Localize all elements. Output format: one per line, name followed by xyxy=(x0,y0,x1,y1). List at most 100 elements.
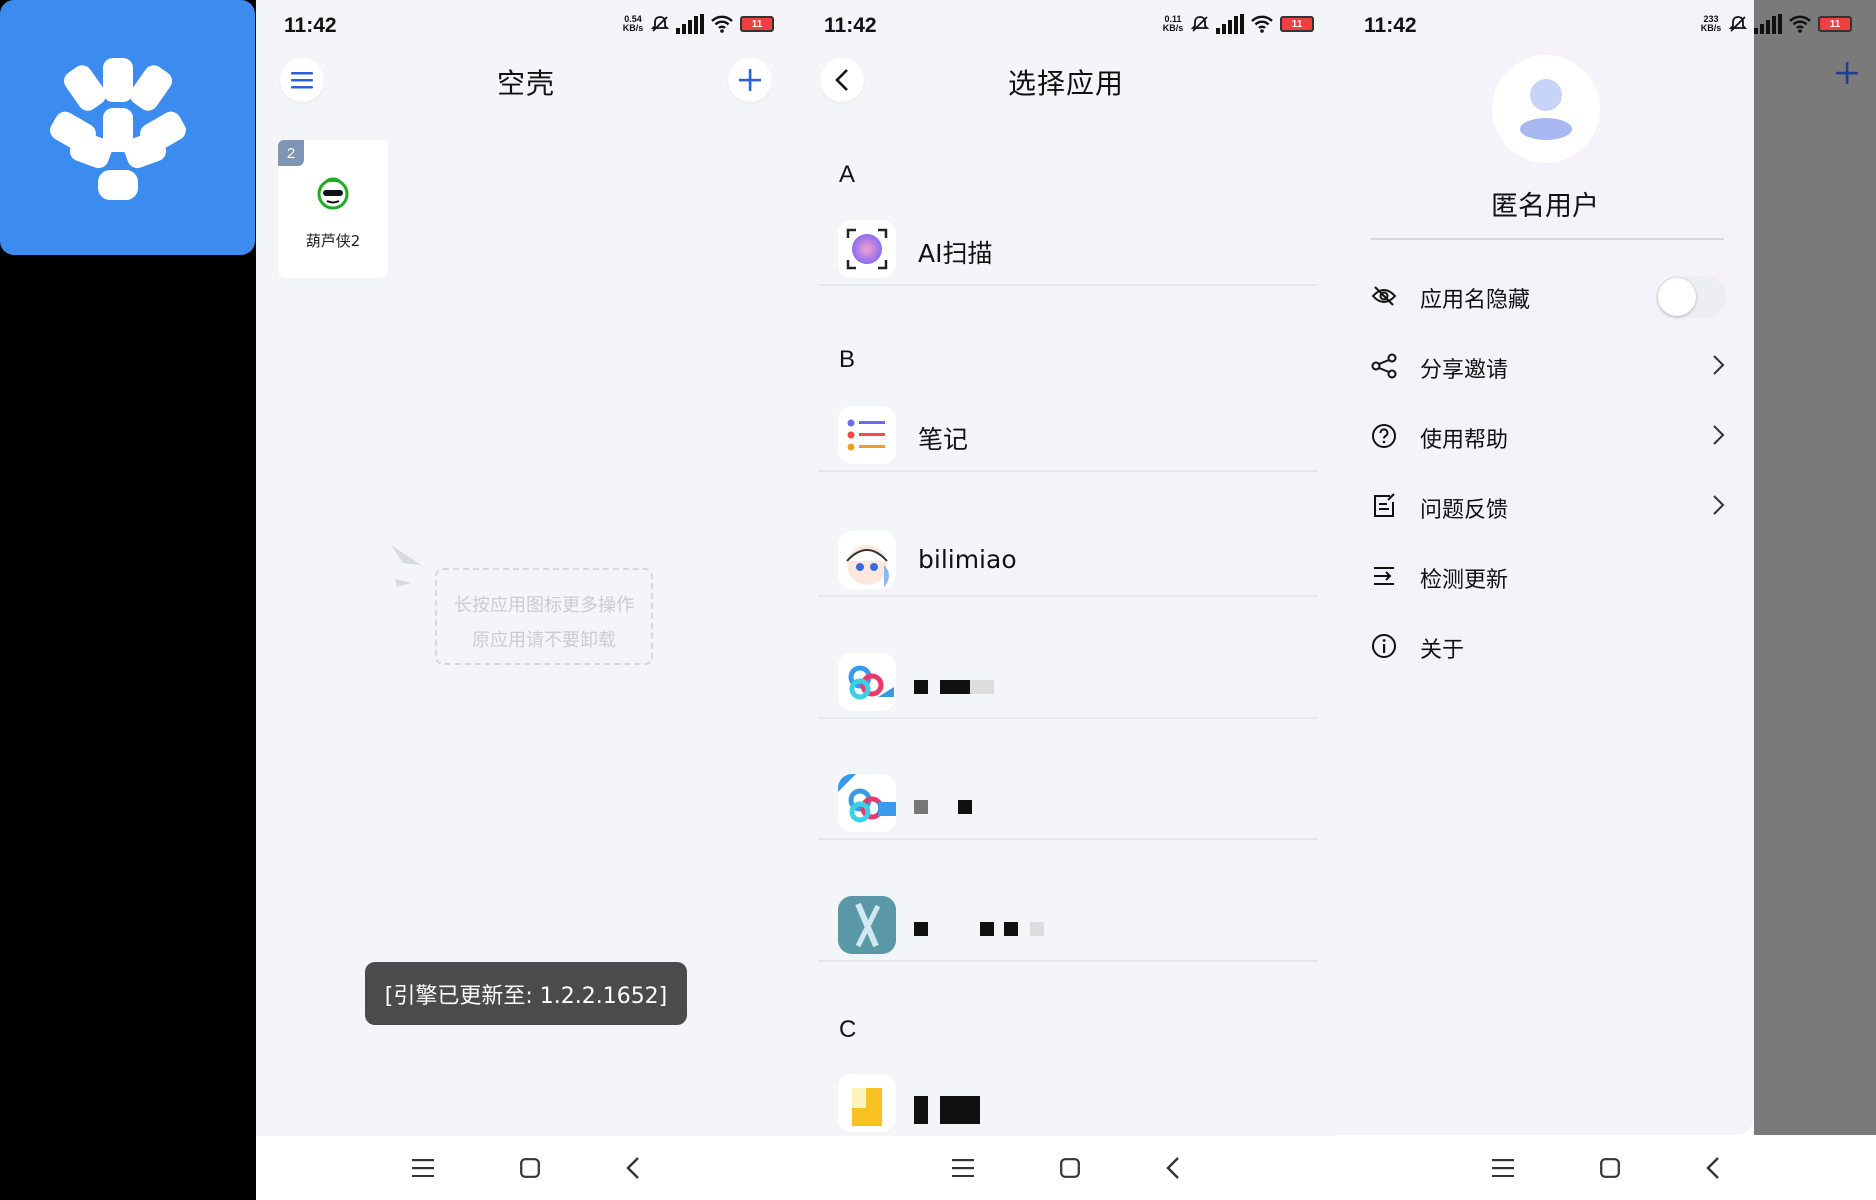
home-screen: 11:42 0.54 KB/s 11 空壳 2 葫芦侠2 长按应用图标更多操作 原… xyxy=(256,0,796,1200)
app-list-item-redacted[interactable] xyxy=(818,760,1318,840)
app-list-item[interactable]: AI扫描 xyxy=(818,206,1318,286)
signal-icon xyxy=(676,14,704,34)
status-icons: 233 KB/s 11 xyxy=(1700,14,1852,34)
app-list-item-redacted[interactable] xyxy=(818,1060,1318,1140)
app-name: bilimiao xyxy=(918,545,1017,574)
system-nav-bar xyxy=(796,1136,1336,1200)
plus-icon xyxy=(1836,62,1858,84)
recents-icon[interactable] xyxy=(412,1159,434,1177)
menu-label: 问题反馈 xyxy=(1420,498,1509,523)
cloned-app-card[interactable]: 2 葫芦侠2 xyxy=(278,140,388,278)
status-bar: 11:42 xyxy=(1336,0,1754,52)
plus-icon xyxy=(739,69,761,91)
network-speed: 0.54 KB/s xyxy=(622,14,644,33)
section-header-c: C xyxy=(839,1016,857,1043)
share-icon xyxy=(1371,353,1397,379)
redacted-label xyxy=(914,1096,928,1124)
chevron-right-icon xyxy=(1713,355,1725,375)
info-icon xyxy=(1372,634,1396,658)
chevron-right-icon xyxy=(1713,495,1725,515)
system-nav-bar xyxy=(1336,1136,1876,1200)
redacted-label xyxy=(970,680,994,694)
update-icon xyxy=(1374,567,1394,585)
add-app-button[interactable] xyxy=(728,58,772,102)
arrow-hint-icon xyxy=(391,545,421,587)
ai-scan-app-icon xyxy=(838,220,896,278)
page-title: 空壳 xyxy=(496,67,555,100)
redacted-label xyxy=(940,1096,980,1124)
wifi-icon xyxy=(1251,15,1273,33)
back-icon[interactable] xyxy=(626,1157,640,1179)
hive-logo-icon xyxy=(50,58,186,200)
avatar[interactable] xyxy=(1492,55,1600,163)
redacted-label xyxy=(1004,922,1018,936)
menu-item-about[interactable]: 关于 xyxy=(1370,624,1726,668)
section-header-a: A xyxy=(839,161,856,188)
bilimiao-app-icon xyxy=(838,531,896,589)
status-bar: 11:42 0.54 KB/s 11 xyxy=(256,0,796,52)
section-header-b: B xyxy=(839,346,856,373)
redacted-label xyxy=(1030,922,1044,936)
signal-icon xyxy=(1754,14,1782,34)
clone-count-badge: 2 xyxy=(278,140,304,166)
app-list-item[interactable]: bilimiao xyxy=(818,517,1318,597)
menu-item-hide-app-name[interactable]: 应用名隐藏 xyxy=(1370,274,1726,318)
menu-item-feedback[interactable]: 问题反馈 xyxy=(1370,484,1726,528)
divider xyxy=(1370,238,1724,240)
system-nav-bar xyxy=(256,1136,796,1200)
bell-muted-icon xyxy=(1728,16,1748,32)
engine-update-toast: [引擎已更新至: 1.2.2.1652] xyxy=(365,962,687,1025)
recents-icon[interactable] xyxy=(1492,1159,1514,1177)
menu-item-check-update[interactable]: 检测更新 xyxy=(1370,554,1726,598)
status-time: 11:42 xyxy=(1364,14,1417,37)
redacted-label xyxy=(914,800,928,814)
usage-hint: 长按应用图标更多操作 原应用请不要卸载 xyxy=(435,568,653,665)
app-list-item-redacted[interactable] xyxy=(818,639,1318,719)
bell-muted-icon xyxy=(1190,16,1210,32)
home-icon[interactable] xyxy=(520,1158,540,1178)
drawer-screen: 匿名用户 应用名隐藏 分享邀请 使用帮助 问题反馈 检测更新 关于 11:42 … xyxy=(1336,0,1876,1200)
chevron-right-icon xyxy=(1713,425,1725,445)
home-icon[interactable] xyxy=(1060,1158,1080,1178)
page-title: 选择应用 xyxy=(1007,67,1124,100)
battery-indicator: 11 xyxy=(740,16,774,32)
eye-off-icon xyxy=(1371,286,1397,306)
baidu-netdisk-app-icon xyxy=(838,653,896,711)
back-icon[interactable] xyxy=(1706,1157,1720,1179)
drawer-scrim[interactable] xyxy=(1754,0,1876,1135)
wifi-icon xyxy=(1789,15,1811,33)
baidu-netdisk-tv-app-icon xyxy=(838,774,896,832)
app-name: 笔记 xyxy=(918,425,969,454)
hide-app-name-toggle[interactable] xyxy=(1656,276,1726,318)
menu-label: 关于 xyxy=(1420,638,1465,663)
redacted-label xyxy=(914,922,928,936)
battery-indicator: 11 xyxy=(1280,16,1314,32)
menu-item-help[interactable]: 使用帮助 xyxy=(1370,414,1726,458)
menu-item-share-invite[interactable]: 分享邀请 xyxy=(1370,344,1726,388)
app-list-item[interactable]: 笔记 xyxy=(818,392,1318,472)
recents-icon[interactable] xyxy=(952,1159,974,1177)
status-time: 11:42 xyxy=(824,14,877,37)
app-picker-screen: 11:42 0.11 KB/s 11 选择应用 A AI扫描 B 笔记 bilim… xyxy=(796,0,1336,1200)
app-list-item-redacted[interactable] xyxy=(818,882,1318,962)
back-icon[interactable] xyxy=(1166,1157,1180,1179)
redacted-label xyxy=(940,680,970,694)
menu-label: 应用名隐藏 xyxy=(1420,288,1531,313)
notes-app-icon xyxy=(838,406,896,464)
status-time: 11:42 xyxy=(284,14,337,37)
user-avatar-icon xyxy=(1520,79,1572,140)
menu-label: 使用帮助 xyxy=(1420,428,1509,453)
feedback-icon xyxy=(1374,493,1395,517)
app-name: AI扫描 xyxy=(918,239,993,268)
yellow-app-icon xyxy=(838,1074,896,1132)
menu-label: 分享邀请 xyxy=(1420,358,1509,383)
side-drawer: 匿名用户 应用名隐藏 分享邀请 使用帮助 问题反馈 检测更新 关于 11:42 xyxy=(1336,0,1754,1135)
redacted-label xyxy=(958,800,972,814)
redacted-label xyxy=(980,922,994,936)
status-bar: 11:42 0.11 KB/s 11 xyxy=(796,0,1336,52)
network-speed: 233 KB/s xyxy=(1700,14,1722,33)
home-icon[interactable] xyxy=(1600,1158,1620,1178)
network-speed: 0.11 KB/s xyxy=(1162,14,1184,33)
bell-muted-icon xyxy=(650,16,670,32)
app-name: 葫芦侠2 xyxy=(305,232,361,250)
